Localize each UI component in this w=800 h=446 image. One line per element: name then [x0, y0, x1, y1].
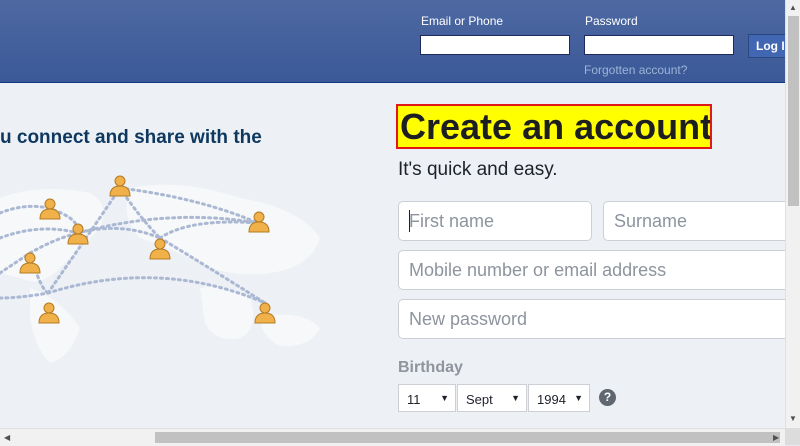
person-icon: [109, 175, 131, 197]
birthday-year-select[interactable]: 1994 ▼: [528, 384, 590, 412]
mobile-or-email-field[interactable]: [398, 250, 785, 290]
scrollbar-corner: [785, 428, 800, 445]
horizontal-scrollbar[interactable]: ◀ ▶: [0, 428, 785, 446]
first-name-field[interactable]: [398, 201, 592, 241]
email-label: Email or Phone: [421, 14, 504, 28]
signup-subtitle: It's quick and easy.: [398, 159, 558, 180]
new-password-field[interactable]: [398, 299, 785, 339]
scroll-up-arrow-icon[interactable]: ▲: [789, 3, 797, 12]
login-password-input[interactable]: [584, 35, 734, 55]
birthday-day-select[interactable]: 11 ▼: [398, 384, 456, 412]
scroll-right-arrow-icon[interactable]: ▶: [773, 433, 779, 442]
hero-tagline: u connect and share with the: [0, 127, 262, 148]
surname-field[interactable]: [603, 201, 785, 241]
birthday-label: Birthday: [398, 359, 463, 376]
birthday-month-select[interactable]: Sept ▼: [457, 384, 527, 412]
birthday-help-icon[interactable]: ?: [599, 389, 616, 406]
person-icon: [248, 211, 270, 233]
birthday-year-value: 1994: [537, 392, 566, 407]
person-icon: [149, 238, 171, 260]
dropdown-arrow-icon: ▼: [511, 393, 520, 403]
person-icon: [39, 198, 61, 220]
scroll-down-arrow-icon[interactable]: ▼: [789, 414, 797, 423]
login-email-input[interactable]: [420, 35, 570, 55]
password-label: Password: [585, 14, 638, 28]
person-icon: [67, 223, 89, 245]
vertical-scrollbar[interactable]: ▲ ▼: [785, 0, 800, 428]
main-content: u connect and share with the Create an a…: [0, 83, 785, 428]
forgotten-account-link[interactable]: Forgotten account?: [584, 63, 687, 77]
birthday-day-value: 11: [407, 392, 421, 407]
text-cursor: [409, 210, 410, 232]
dropdown-arrow-icon: ▼: [440, 393, 449, 403]
scroll-left-arrow-icon[interactable]: ◀: [4, 433, 10, 442]
world-map-illustration: [0, 175, 360, 368]
vertical-scroll-thumb[interactable]: [788, 16, 799, 206]
person-icon: [254, 302, 276, 324]
birthday-month-value: Sept: [466, 392, 493, 407]
person-icon: [19, 252, 41, 274]
person-icon: [38, 302, 60, 324]
horizontal-scroll-thumb[interactable]: [155, 432, 780, 443]
create-account-heading: Create an account: [396, 104, 712, 149]
map-continent-south: [30, 288, 80, 363]
map-continent-center: [126, 184, 321, 275]
top-navigation-bar: Email or Phone Password Log In Forgotten…: [0, 0, 792, 83]
dropdown-arrow-icon: ▼: [574, 393, 583, 403]
